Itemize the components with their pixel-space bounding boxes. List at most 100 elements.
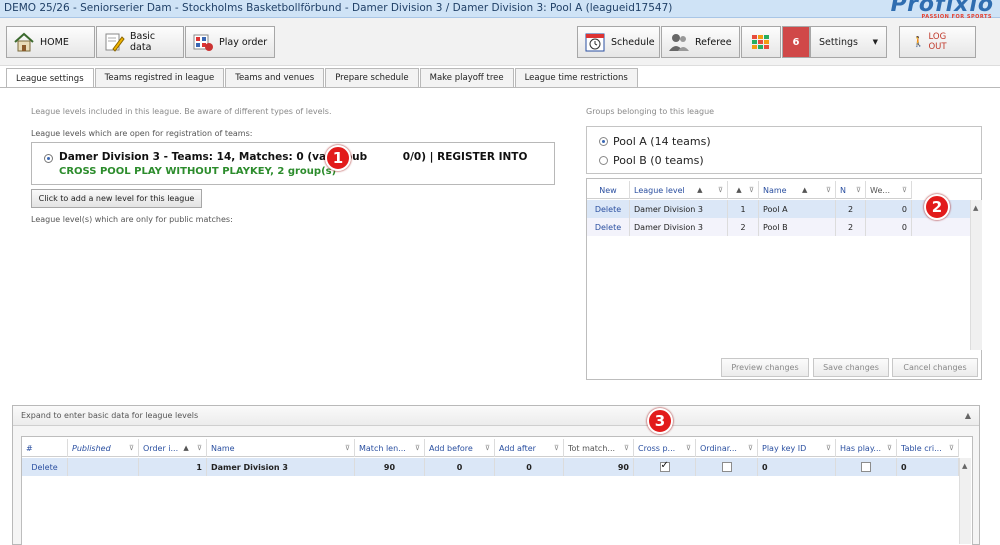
pool-option-a[interactable]: Pool A (14 teams) [599,135,711,148]
save-changes-button[interactable]: Save changes [813,358,889,377]
levels-intro: League levels included in this league. B… [31,107,332,116]
pool-a-radio[interactable] [599,137,608,146]
row-we: 0 [866,200,912,218]
preview-changes-button[interactable]: Preview changes [721,358,809,377]
groups-scrollbar[interactable]: ▲ [970,200,982,350]
col-cross-pool[interactable]: Cross p... ⊽ [634,439,696,457]
pool-option-b[interactable]: Pool B (0 teams) [599,154,704,167]
pool-a-label: Pool A (14 teams) [613,135,711,148]
public-levels-label: League level(s) which are only for publi… [31,215,233,224]
color-grid-icon [750,31,772,53]
window-title: DEMO 25/26 - Seniorserier Dam - Stockhol… [4,2,673,14]
filter-icon: ⊽ [825,444,831,452]
row-name: Pool A [759,200,836,218]
toolbar: HOME Basic data Play order Schedule Refe… [0,18,1000,66]
has-play-checkbox[interactable] [861,462,871,472]
filter-icon: ⊽ [685,444,691,452]
tab-teams-registred[interactable]: Teams registred in league [94,68,225,87]
row-name: Damer Division 3 [207,458,355,476]
cancel-changes-button[interactable]: Cancel changes [892,358,978,377]
scroll-up-icon[interactable]: ▲ [973,204,978,212]
basic-data-label: Basic data [130,31,156,53]
row-play-key-id: 0 [758,458,836,476]
callout-badge-2: 2 [924,194,950,220]
basic-data-button[interactable]: Basic data [96,26,184,58]
level-radio[interactable] [44,154,53,163]
tab-league-settings[interactable]: League settings [6,68,94,88]
col-league-level[interactable]: League level ▲ ⊽ [630,181,728,199]
col-order[interactable]: ▲ ⊽ [728,181,759,199]
level-item-title[interactable]: Damer Division 3 - Teams: 14, Matches: 0… [59,151,527,163]
tab-time-restrictions[interactable]: League time restrictions [514,68,638,87]
filter-icon: ⊽ [344,444,350,452]
home-button[interactable]: HOME [6,26,95,58]
level-item-main-rest: 0/0) | REGISTER INTO [402,151,528,163]
play-order-button[interactable]: Play order [185,26,275,58]
col-new[interactable]: New [587,181,630,199]
logout-button[interactable]: 🚶 LOG OUT [899,26,976,58]
delete-link[interactable]: Delete [587,218,630,236]
row-ordinary [696,458,758,476]
col-table-criteria[interactable]: Table cri... ⊽ [897,439,959,457]
filter-icon: ⊽ [825,186,831,194]
col-play-key-id[interactable]: Play key ID ⊽ [758,439,836,457]
callout-badge-3: 3 [647,408,673,434]
col-hash[interactable]: # [22,439,68,457]
filter-icon: ⊽ [747,444,753,452]
groups-grid: New League level ▲ ⊽ ▲ ⊽ Name ▲ ⊽ N ⊽ We... ⊽ D… [586,178,982,380]
referee-button[interactable]: Referee [661,26,740,58]
cross-pool-checkbox[interactable] [659,460,670,472]
grid-menu-button[interactable] [741,26,781,58]
col-match-length[interactable]: Match len... ⊽ [355,439,425,457]
pool-b-radio[interactable] [599,156,608,165]
row-tot-match: 90 [564,458,634,476]
row-cross-pool [634,458,696,476]
tab-bar: League settings Teams registred in leagu… [6,68,639,88]
basic-data-expander[interactable]: Expand to enter basic data for league le… [13,406,979,426]
filter-icon: ⊽ [886,444,892,452]
table-row[interactable]: Delete Damer Division 3 1 Pool A 2 0 [587,200,970,218]
notification-count[interactable]: 6 [782,26,810,58]
row-order: 1 [139,458,207,476]
col-published[interactable]: Published ⊽ [68,439,139,457]
filter-icon: ⊽ [717,186,723,194]
add-level-button[interactable]: Click to add a new level for this league [31,189,202,208]
settings-dropdown[interactable]: Settings ▼ [810,26,887,58]
table-row[interactable]: Delete 1 Damer Division 3 90 0 0 90 0 0 [22,458,959,476]
row-match-length: 90 [355,458,425,476]
play-order-label: Play order [219,36,268,48]
col-n[interactable]: N ⊽ [836,181,866,199]
col-add-after[interactable]: Add after ⊽ [495,439,564,457]
row-published [68,458,139,476]
tab-prepare-schedule[interactable]: Prepare schedule [325,68,419,87]
levels-scrollbar[interactable]: ▲ [959,458,971,544]
col-tot-match[interactable]: Tot match... ⊽ [564,439,634,457]
tab-playoff-tree[interactable]: Make playoff tree [419,68,514,87]
tab-teams-venues[interactable]: Teams and venues [225,68,325,87]
row-level: Damer Division 3 [630,218,728,236]
col-name[interactable]: Name ⊽ [207,439,355,457]
play-order-icon [192,31,214,53]
brand-logo: Profixio PASSION FOR SPORTS [891,0,994,20]
filter-icon: ⊽ [553,444,559,452]
referee-icon [668,31,690,53]
col-we[interactable]: We... ⊽ [866,181,912,199]
table-row[interactable]: Delete Damer Division 3 2 Pool B 2 0 [587,218,970,236]
ordinary-checkbox[interactable] [721,462,732,472]
schedule-button[interactable]: Schedule [577,26,660,58]
row-order: 1 [728,200,759,218]
row-n: 2 [836,218,866,236]
scroll-up-icon[interactable]: ▲ [962,462,967,470]
delete-link[interactable]: Delete [22,458,68,476]
col-order-in[interactable]: Order i... ▲ ⊽ [139,439,207,457]
filter-icon: ⊽ [748,186,754,194]
delete-link[interactable]: Delete [587,200,630,218]
pool-selector: Pool A (14 teams) Pool B (0 teams) [586,126,982,174]
col-has-play[interactable]: Has play... ⊽ [836,439,897,457]
col-add-before[interactable]: Add before ⊽ [425,439,495,457]
chevron-up-icon[interactable]: ▲ [965,411,971,420]
groups-label: Groups belonging to this league [586,107,715,116]
col-name[interactable]: Name ▲ ⊽ [759,181,836,199]
walking-person-icon: 🚶 [912,36,925,48]
col-ordinary[interactable]: Ordinar... ⊽ [696,439,758,457]
